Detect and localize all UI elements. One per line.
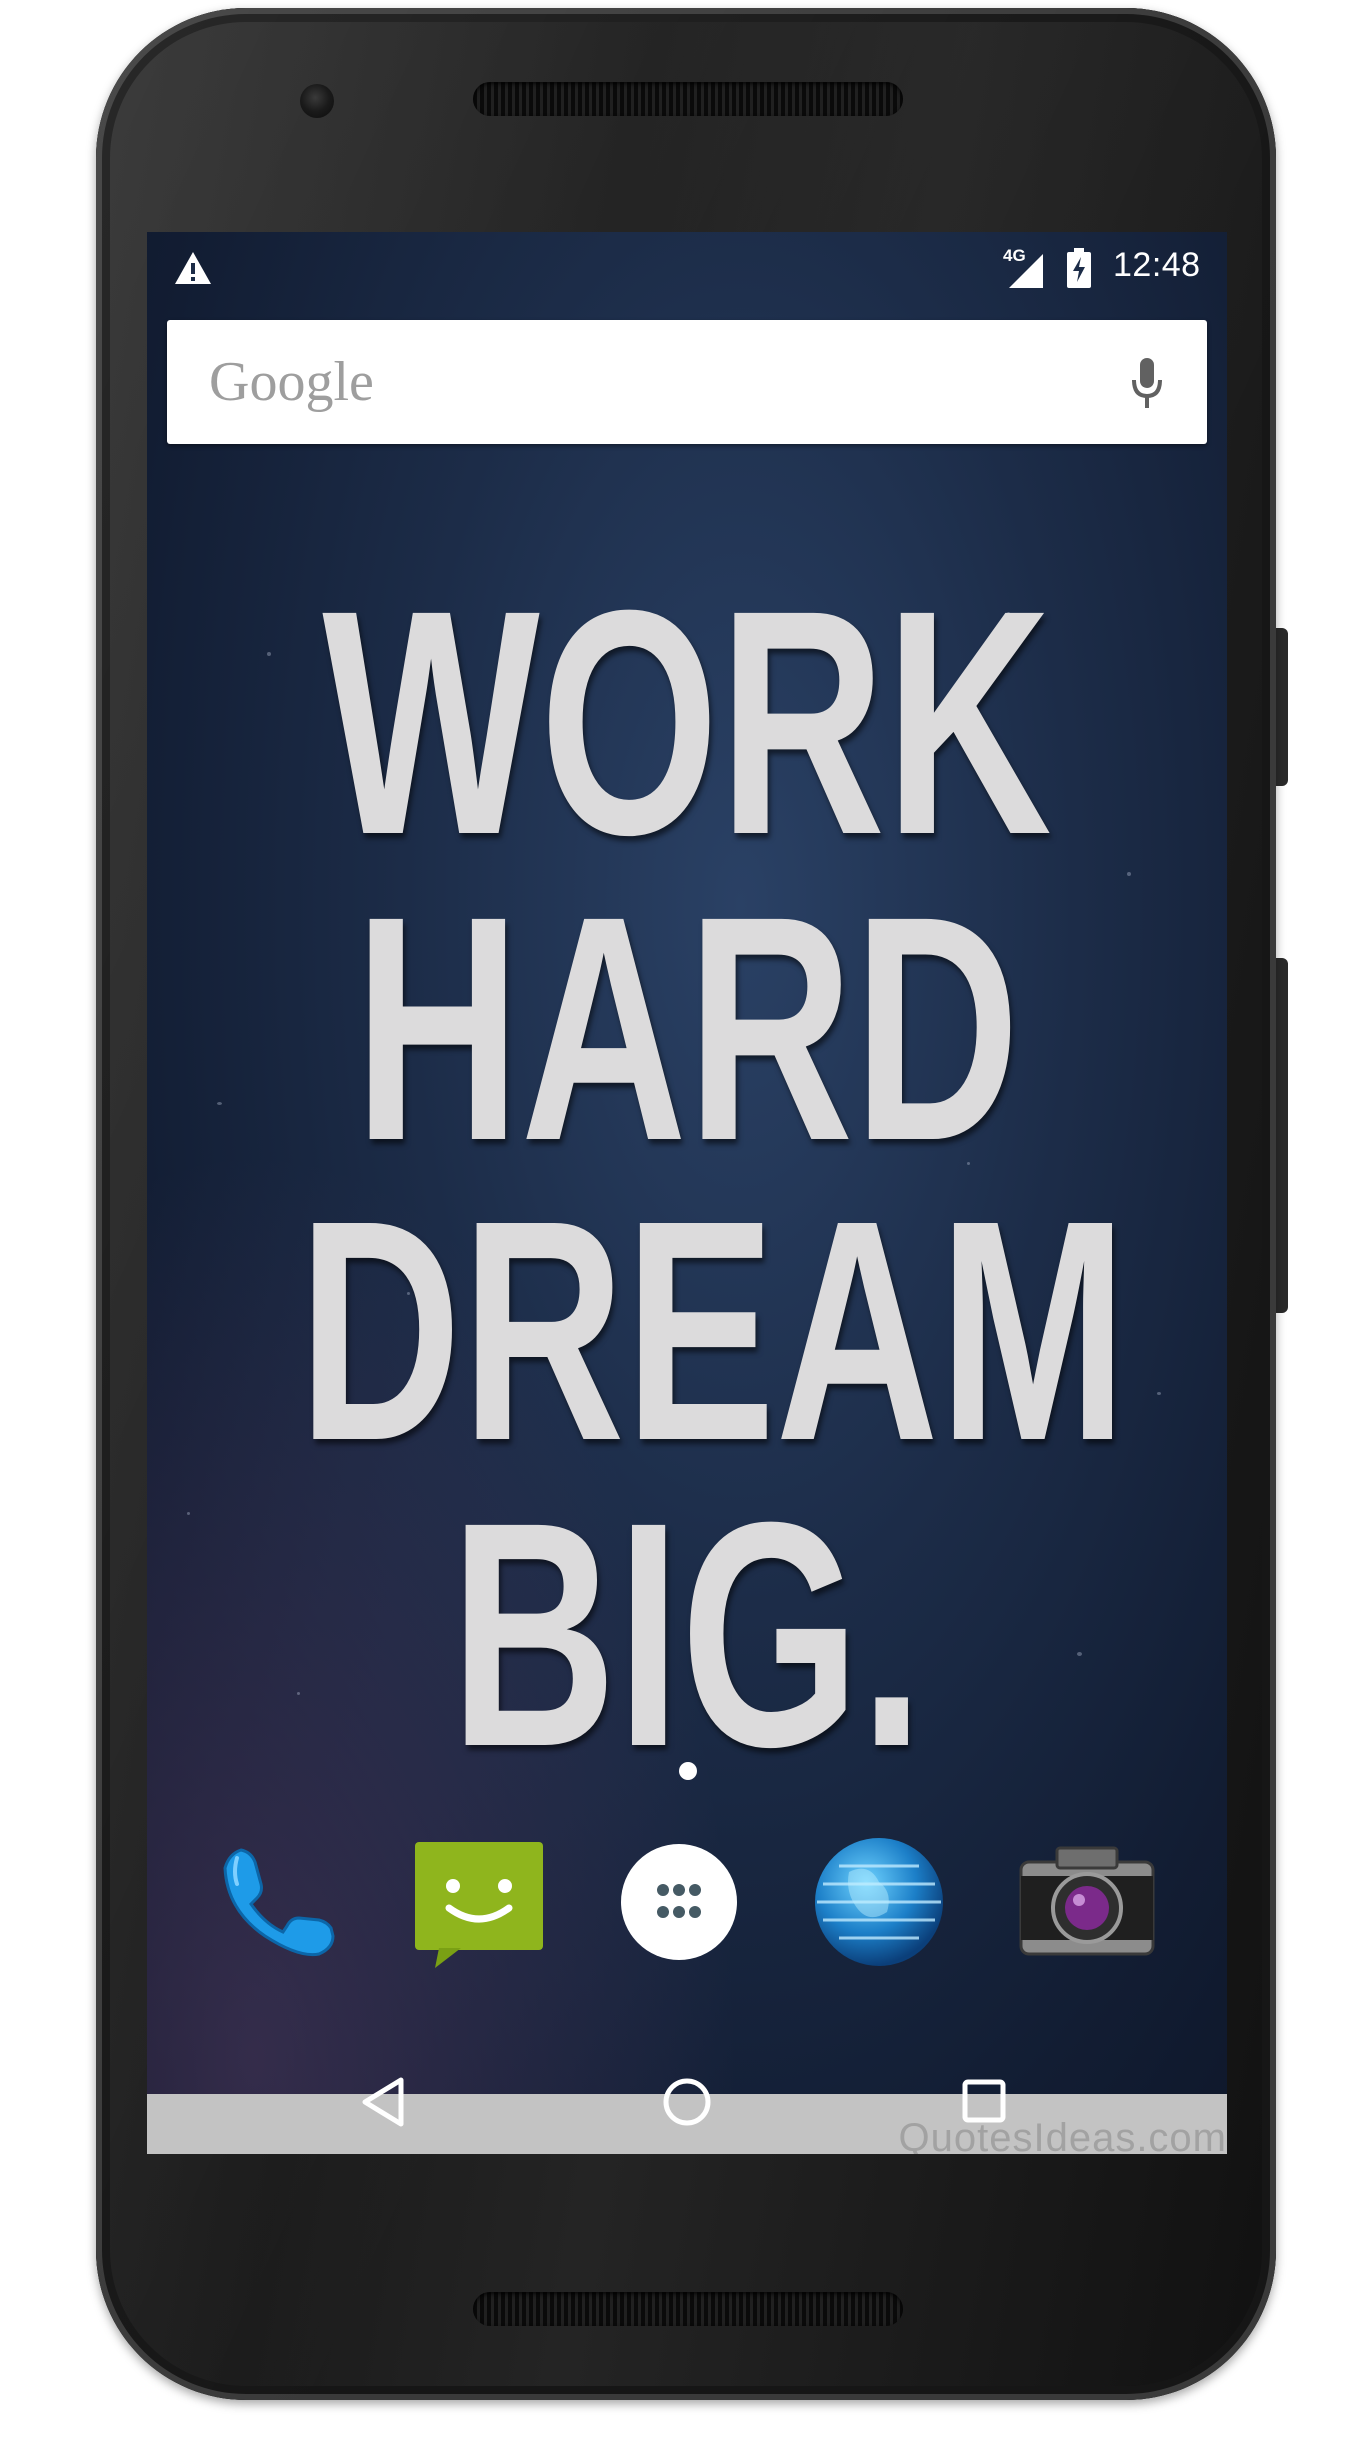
- browser-app[interactable]: [809, 1832, 949, 1972]
- status-clock: 12:48: [1113, 246, 1201, 284]
- back-triangle-icon[interactable]: [355, 2072, 415, 2132]
- quote-line-3: DREAM: [298, 1155, 1128, 1506]
- microphone-icon[interactable]: [1129, 356, 1165, 412]
- messaging-app[interactable]: [409, 1832, 549, 1972]
- camera-icon: [1019, 1846, 1155, 1956]
- warning-triangle-icon: [175, 252, 211, 284]
- google-search-bar[interactable]: Google: [167, 320, 1207, 444]
- wallpaper-quote: WORK HARD DREAM BIG.: [147, 562, 1227, 1794]
- navigation-bar: QuotesIdeas.com: [147, 2072, 1227, 2154]
- home-screen: 4G 12:48 Google WORK HARD DREAM BIG. Quo…: [147, 232, 1227, 2154]
- cellular-signal-icon: [1009, 254, 1043, 288]
- quote-line-2: HARD: [354, 849, 1020, 1207]
- app-drawer[interactable]: [609, 1832, 749, 1972]
- page-indicator: [679, 1762, 697, 1780]
- browser-globe-icon: [815, 1838, 943, 1966]
- battery-charging-icon: [1067, 248, 1091, 288]
- app-drawer-icon: [621, 1844, 737, 1960]
- home-circle-icon[interactable]: [657, 2072, 717, 2132]
- status-bar: 4G 12:48: [147, 232, 1227, 304]
- quote-line-1: WORK: [322, 543, 1052, 901]
- messaging-icon: [415, 1842, 543, 1968]
- power-button: [1276, 628, 1288, 786]
- quote-line-4: BIG.: [450, 1455, 924, 1813]
- device-mockup: 4G 12:48 Google WORK HARD DREAM BIG. Quo…: [0, 0, 1370, 2446]
- camera-app[interactable]: [1017, 1832, 1157, 1972]
- volume-button: [1276, 958, 1288, 1313]
- bottom-speaker-grille: [473, 2292, 903, 2326]
- google-logo: Google: [209, 351, 374, 413]
- top-speaker-grille: [473, 82, 903, 116]
- phone-app[interactable]: [207, 1832, 347, 1972]
- front-camera-icon: [300, 84, 334, 118]
- watermark-text: QuotesIdeas.com: [898, 2116, 1227, 2154]
- phone-icon: [223, 1848, 335, 1957]
